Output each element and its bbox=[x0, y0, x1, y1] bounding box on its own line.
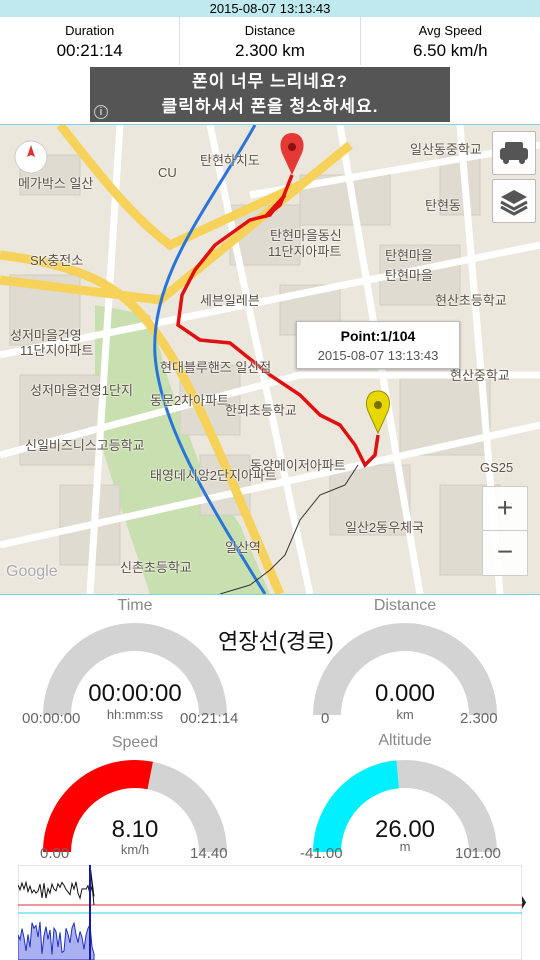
popup-title: Point:1/104 bbox=[340, 328, 416, 344]
map-label: 세븐일레븐 bbox=[200, 293, 260, 308]
layers-icon bbox=[500, 190, 528, 216]
info-icon[interactable]: i bbox=[94, 105, 108, 119]
gauge-time-label: Time bbox=[117, 597, 153, 614]
map-label: 일산2동우체국 bbox=[345, 520, 424, 535]
start-marker-icon bbox=[280, 133, 304, 175]
gauge-speed-label: Speed bbox=[111, 734, 159, 751]
stat-label: Distance bbox=[244, 23, 296, 38]
gauge-altitude-max: 101.00 bbox=[455, 845, 501, 862]
map-label: 성저마을건영1단지 bbox=[30, 383, 133, 398]
map-label: 탄현동 bbox=[425, 198, 461, 213]
gauge-speed-max: 14.40 bbox=[190, 845, 228, 862]
gauge-distance-value: 0.000 bbox=[374, 680, 436, 707]
status-bar: 2015-08-07 13:13:43 bbox=[0, 0, 540, 17]
map-label: 현대블루핸즈 일산점 bbox=[160, 360, 272, 375]
status-datetime: 2015-08-07 13:13:43 bbox=[209, 1, 331, 16]
map-label: 신촌초등학교 bbox=[120, 560, 192, 575]
gauge-distance-label: Distance bbox=[373, 597, 437, 614]
gauge-speed-min: 0.00 bbox=[40, 845, 70, 862]
gauge-time-value: 00:00:00 bbox=[88, 680, 182, 707]
layers-button[interactable] bbox=[492, 179, 536, 223]
stat-avg-speed: Avg Speed 6.50 km/h bbox=[359, 17, 540, 65]
map-label: 탄현마을 bbox=[385, 248, 433, 263]
zoom-in-button[interactable]: + bbox=[482, 486, 528, 532]
stat-distance: Distance 2.300 km bbox=[179, 17, 359, 65]
map-label: 신일비즈니스고등학교 bbox=[25, 438, 145, 453]
gauge-distance-min: 0 bbox=[321, 710, 330, 727]
track-graph[interactable] bbox=[18, 865, 522, 960]
map-label: 11단지아파트 bbox=[20, 343, 94, 358]
stat-value: 6.50 km/h bbox=[412, 41, 488, 60]
gauge-speed-value: 8.10 bbox=[111, 816, 159, 843]
gauge-distance-max: 2.300 bbox=[460, 710, 498, 727]
stat-label: Avg Speed bbox=[418, 23, 482, 38]
zoom-out-button[interactable]: − bbox=[482, 530, 528, 576]
stat-duration: Duration 00:21:14 bbox=[0, 17, 179, 65]
map-label: 탄현하치도 bbox=[200, 153, 260, 168]
map-label: 탄현마을 bbox=[385, 268, 433, 283]
google-logo: Google bbox=[6, 563, 58, 580]
ad-line-1: 폰이 너무 느리네요? bbox=[192, 72, 348, 91]
stat-value: 2.300 km bbox=[235, 41, 305, 60]
gauge-altitude-label: Altitude bbox=[378, 732, 432, 749]
map-label: 한뫼초등학교 bbox=[225, 403, 297, 418]
map-label: 11단지아파트 bbox=[268, 244, 342, 259]
map-label: 일산역 bbox=[225, 540, 261, 555]
car-mode-button[interactable] bbox=[492, 131, 536, 175]
map-label: 메가박스 일산 bbox=[18, 176, 94, 191]
stat-label: Duration bbox=[65, 23, 115, 38]
stats-header: Duration 00:21:14 Distance 2.300 km Avg … bbox=[0, 17, 540, 65]
ad-line-2: 클릭하셔서 폰을 청소하세요. bbox=[161, 97, 379, 116]
map-label: GS25 bbox=[480, 460, 514, 475]
gauge-time-max: 00:21:14 bbox=[180, 710, 239, 727]
car-icon bbox=[500, 142, 528, 164]
map-label: 동문2차아파트 bbox=[150, 393, 229, 408]
map-label: 일산동중학교 bbox=[410, 142, 482, 157]
gauge-time-min: 00:00:00 bbox=[22, 710, 81, 727]
map-label: CU bbox=[158, 165, 177, 180]
gauge-altitude-min: -41.00 bbox=[300, 845, 343, 862]
ad-banner[interactable]: 폰이 너무 느리네요? 클릭하셔서 폰을 청소하세요. i bbox=[90, 67, 450, 122]
current-point-marker-icon bbox=[365, 390, 391, 435]
popup-subtitle: 2015-08-07 13:13:43 bbox=[317, 348, 439, 363]
map-label: 현산초등학교 bbox=[435, 293, 507, 308]
stat-value: 00:21:14 bbox=[56, 41, 123, 60]
point-popup[interactable]: Point:1/104 2015-08-07 13:13:43 bbox=[296, 321, 460, 369]
map-label: 동양메이저아파트 bbox=[250, 458, 346, 473]
map-view[interactable]: 메가박스 일산 SK충전소 CU 탄현하치도 탄현마을동신 11단지아파트 세븐… bbox=[0, 124, 540, 595]
map-label: SK충전소 bbox=[30, 253, 84, 268]
